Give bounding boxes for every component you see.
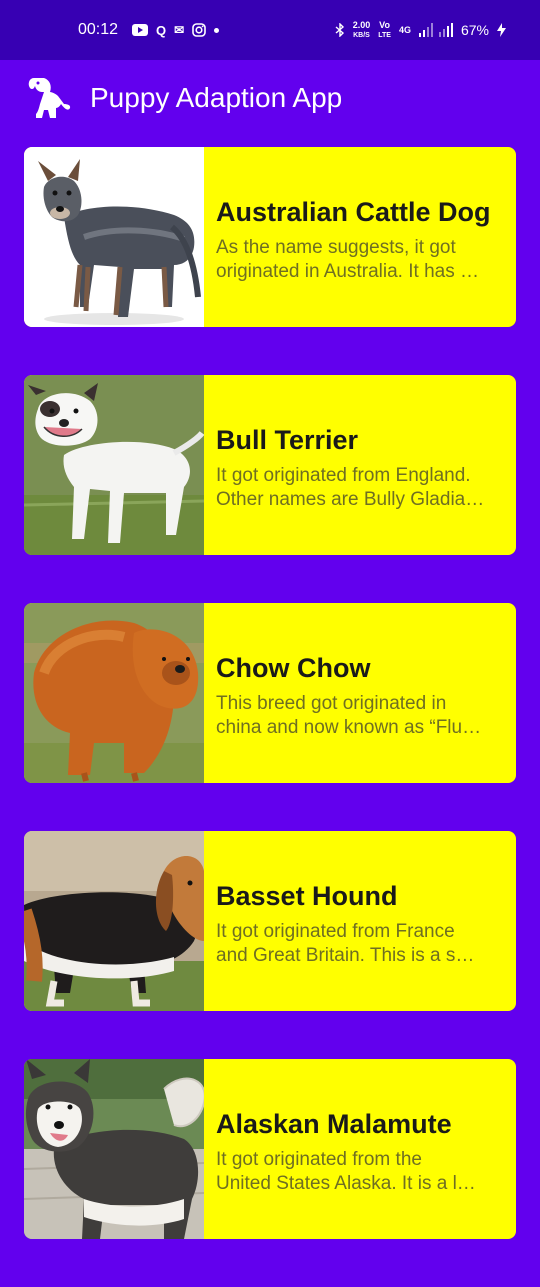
dog-description: It got originated from the United States… (216, 1148, 492, 1196)
dog-photo (24, 147, 204, 327)
data-speed-value: 2.00 (352, 19, 371, 30)
data-speed: 2.00 KB/S (352, 19, 371, 40)
dog-description-line-2: originated in Australia. It has … (216, 261, 479, 282)
status-time: 00:12 (78, 21, 119, 38)
data-speed-unit: KB/S (353, 31, 370, 39)
dog-text: Bull Terrier It got originated from Engl… (204, 375, 492, 555)
bluetooth-icon (335, 23, 345, 37)
dog-text: Australian Cattle Dog As the name sugges… (204, 147, 492, 327)
dog-description-line-2: china and now known as “Flu… (216, 717, 482, 738)
dog-card[interactable]: Australian Cattle Dog As the name sugges… (24, 147, 516, 327)
volte-top: Vo (379, 19, 391, 30)
dog-card[interactable]: Chow Chow This breed got originated in c… (24, 603, 516, 783)
status-bar: 00:12 Q ✉ 2.00 KB/S Vo LTE 4G 67% (0, 0, 540, 60)
instagram-icon (192, 23, 207, 37)
dog-description-line-2: United States Alaska. It is a l… (216, 1173, 476, 1194)
dog-list[interactable]: Australian Cattle Dog As the name sugges… (24, 147, 516, 1287)
dog-name: Chow Chow (216, 653, 371, 683)
dog-description-line-2: and Great Britain. This is a s… (216, 945, 475, 966)
app-title: Puppy Adaption App (90, 82, 343, 113)
volte-indicator: Vo LTE (378, 19, 391, 40)
dog-card[interactable]: Alaskan Malamute It got originated from … (24, 1059, 516, 1239)
status-left: 00:12 Q ✉ (78, 21, 220, 39)
youtube-icon (132, 24, 149, 36)
dot-icon (214, 27, 220, 33)
dog-description-line-1: As the name suggests, it got (216, 237, 456, 258)
dog-description: This breed got originated in china and n… (216, 692, 492, 740)
dog-card[interactable]: Bull Terrier It got originated from Engl… (24, 375, 516, 555)
dog-description-line-1: It got originated from England. (216, 465, 471, 486)
dog-name: Basset Hound (216, 881, 398, 911)
dog-name: Bull Terrier (216, 425, 359, 455)
battery-percent: 67% (460, 22, 489, 38)
dog-text: Basset Hound It got originated from Fran… (204, 831, 492, 1011)
dog-photo (24, 831, 204, 1011)
dog-description-line-1: It got originated from France (216, 921, 455, 942)
dog-description-line-1: This breed got originated in (216, 693, 447, 714)
dog-photo (24, 1059, 204, 1239)
status-right: 2.00 KB/S Vo LTE 4G 67% (335, 19, 506, 40)
volte-bottom: LTE (378, 31, 391, 39)
dog-text: Chow Chow This breed got originated in c… (204, 603, 492, 783)
dog-description-line-1: It got originated from the (216, 1149, 422, 1170)
dog-description: It got originated from England. Other na… (216, 464, 492, 512)
dog-photo (24, 603, 204, 783)
dog-name: Australian Cattle Dog (216, 197, 491, 227)
dog-name: Alaskan Malamute (216, 1109, 452, 1139)
dog-card[interactable]: Basset Hound It got originated from Fran… (24, 831, 516, 1011)
dog-description: As the name suggests, it got originated … (216, 236, 492, 284)
dog-description-line-2: Other names are Bully Gladia… (216, 489, 485, 510)
q-icon: Q (156, 22, 167, 38)
dog-text: Alaskan Malamute It got originated from … (204, 1059, 492, 1239)
dog-description: It got originated from France and Great … (216, 920, 492, 968)
battery-charging-icon (497, 23, 506, 37)
app-bar: Puppy Adaption App (0, 60, 540, 136)
signal-icon (418, 23, 453, 37)
mail-icon: ✉ (174, 23, 185, 37)
network-type: 4G (398, 24, 411, 35)
dog-logo-icon (28, 78, 71, 118)
dog-photo (24, 375, 204, 555)
